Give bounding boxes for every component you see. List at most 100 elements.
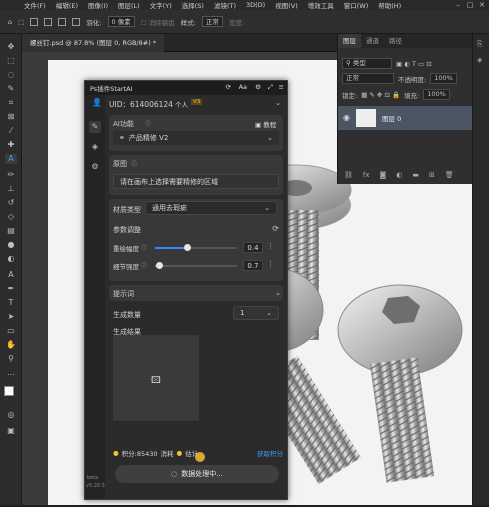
path-select-icon[interactable]: ➤ xyxy=(5,312,17,322)
fx-icon[interactable]: fx xyxy=(363,171,370,179)
quick-mask-icon[interactable]: ◎ xyxy=(5,410,17,420)
move-tool-icon[interactable]: ✥ xyxy=(5,42,17,52)
home-icon[interactable]: ⌂ xyxy=(8,18,12,26)
settings-icon[interactable]: ⚙ xyxy=(255,83,261,91)
menu-plugins[interactable]: 增效工具 xyxy=(308,0,334,10)
lock-icons[interactable]: ▦ ✎ ✥ ⊡ 🔒 xyxy=(361,91,400,99)
menu-file[interactable]: 文件(F) xyxy=(24,0,46,10)
detail-slider[interactable] xyxy=(155,262,237,269)
menu-type[interactable]: 文字(Y) xyxy=(150,0,172,10)
count-select[interactable]: 1 ⌄ xyxy=(233,306,279,320)
brush-mode-icon[interactable]: ✎ xyxy=(89,121,101,133)
hand-tool-icon[interactable]: ✋ xyxy=(5,340,17,350)
zoom-tool-icon[interactable]: ⚲ xyxy=(5,354,17,364)
link-layers-icon[interactable]: ⛓ xyxy=(344,171,353,179)
generate-button[interactable]: ◌ 数据处理中... xyxy=(115,465,279,483)
marquee-tool-icon[interactable]: ⬚ xyxy=(5,56,17,66)
healing-brush-icon[interactable]: ✚ xyxy=(5,140,17,150)
menu-window[interactable]: 窗口(W) xyxy=(344,0,369,10)
fill-input[interactable]: 100% xyxy=(423,89,450,100)
menu-image[interactable]: 图像(I) xyxy=(88,0,108,10)
antialias-checkbox[interactable]: ☐ 消除锯齿 xyxy=(141,17,175,27)
tab-channels[interactable]: 通道 xyxy=(361,34,384,48)
add-selection-icon[interactable] xyxy=(44,17,53,26)
mask-icon[interactable]: ◙ xyxy=(380,171,387,179)
new-selection-icon[interactable] xyxy=(30,17,39,26)
refresh-icon[interactable]: ⟳ xyxy=(226,83,231,91)
history-brush-icon[interactable]: ↺ xyxy=(5,198,17,208)
type-tool-icon[interactable]: T xyxy=(5,298,17,308)
intersect-selection-icon[interactable] xyxy=(72,17,81,26)
rectangle-tool-icon[interactable]: ▭ xyxy=(5,326,17,336)
text-icon-a[interactable]: A xyxy=(5,270,17,280)
function-select[interactable]: ⚭ 产品精修 V2 ⌄ xyxy=(113,131,279,145)
blur-tool-icon[interactable]: ● xyxy=(5,240,17,250)
eraser-tool-icon[interactable]: ◇ xyxy=(5,212,17,222)
frame-tool-icon[interactable]: ⊠ xyxy=(5,112,17,122)
adjustment-icon[interactable]: ◐ xyxy=(396,171,402,179)
uid-chevron-icon[interactable]: ⌄ xyxy=(275,99,281,107)
pen-tool-icon[interactable]: ✒ xyxy=(5,284,17,294)
stamp-tool-icon[interactable]: ⊥ xyxy=(5,184,17,194)
menu-layer[interactable]: 图层(L) xyxy=(118,0,140,10)
feather-input[interactable]: 0 像素 xyxy=(107,16,135,27)
menu-filter[interactable]: 滤镜(T) xyxy=(214,0,236,10)
quick-select-icon[interactable]: ✎ xyxy=(5,84,17,94)
dodge-tool-icon[interactable]: ◐ xyxy=(5,254,17,264)
layers-mode-icon[interactable]: ◈ xyxy=(89,141,101,153)
get-points-link[interactable]: 获取积分 xyxy=(257,448,283,458)
tutorial-link[interactable]: ▣ 教程 xyxy=(255,119,276,129)
panel-history-icon[interactable]: ⎘ xyxy=(477,40,483,49)
startai-tool-icon[interactable]: A xyxy=(5,154,17,164)
prompt-chevron-icon[interactable]: ⌄ xyxy=(275,289,281,297)
more-tools-icon[interactable]: … xyxy=(5,368,17,378)
redraw-value[interactable]: 0.4 xyxy=(243,242,263,253)
visibility-eye-icon[interactable]: ◉ xyxy=(343,113,350,122)
opacity-input[interactable]: 100% xyxy=(430,73,457,84)
fullscreen-icon[interactable]: ⤢ xyxy=(268,83,273,92)
brush-tool-icon[interactable]: ✏ xyxy=(5,170,17,180)
document-tab[interactable]: 螺丝钉.psd @ 87.8% (图层 0, RGB/8#) * xyxy=(22,34,165,52)
layer-name[interactable]: 图层 0 xyxy=(382,113,401,123)
close-icon[interactable]: ✕ xyxy=(477,0,487,10)
eyedropper-icon[interactable]: ⁄ xyxy=(5,126,17,136)
menu-view[interactable]: 视图(V) xyxy=(275,0,298,10)
layer-row[interactable]: ◉ 图层 0 xyxy=(338,106,472,130)
reset-params-icon[interactable]: ⟳ xyxy=(272,224,279,233)
lasso-tool-icon[interactable]: ◌ xyxy=(5,70,17,80)
redraw-slider[interactable] xyxy=(155,244,237,251)
style-select[interactable]: 正常 xyxy=(201,16,223,27)
detail-value[interactable]: 0.7 xyxy=(243,260,263,271)
layer-kind-filter[interactable]: ⚲ 类型 xyxy=(342,58,392,69)
folder-icon[interactable]: ▬ xyxy=(412,171,419,179)
filter-icons[interactable]: ▣ ◐ T ▭ ⊡ xyxy=(396,60,432,68)
blend-mode-select[interactable]: 正常 xyxy=(342,73,394,84)
new-layer-icon[interactable]: ⊞ xyxy=(429,171,435,179)
plugin-settings-icon[interactable]: ⚙ xyxy=(89,161,101,173)
foreground-color[interactable] xyxy=(4,386,14,396)
panel-menu-icon[interactable]: ≡ xyxy=(279,83,284,91)
result-preview[interactable]: 🖾 xyxy=(113,335,199,421)
menu-help[interactable]: 帮助(H) xyxy=(378,0,401,10)
subtract-selection-icon[interactable] xyxy=(58,17,67,26)
menu-edit[interactable]: 编辑(E) xyxy=(56,0,78,10)
minimize-icon[interactable]: – xyxy=(453,0,463,10)
crop-tool-icon[interactable]: ⌗ xyxy=(5,98,17,108)
screen-mode-icon[interactable]: ▣ xyxy=(5,426,17,436)
menu-select[interactable]: 选择(S) xyxy=(182,0,204,10)
detail-more-icon[interactable]: ⋮ xyxy=(267,260,274,268)
marquee-tool-icon[interactable]: ⬚ xyxy=(18,18,24,26)
maximize-icon[interactable]: □ xyxy=(465,0,475,10)
language-icon[interactable]: Aa xyxy=(239,83,247,91)
original-hint-field[interactable]: 请在画布上选择需要精修的区域 xyxy=(113,174,279,189)
material-select[interactable]: 通用去瑕疵 ⌄ xyxy=(145,201,277,215)
redraw-more-icon[interactable]: ⋮ xyxy=(267,242,274,250)
gradient-tool-icon[interactable]: ▤ xyxy=(5,226,17,236)
tab-paths[interactable]: 路径 xyxy=(384,34,407,48)
prompt-row[interactable] xyxy=(109,285,283,301)
tab-layers[interactable]: 图层 xyxy=(338,34,361,48)
detail-slider-knob[interactable] xyxy=(155,262,163,269)
panel-properties-icon[interactable]: ◈ xyxy=(477,56,482,64)
trash-icon[interactable]: 🗑 xyxy=(445,171,454,179)
menu-3d[interactable]: 3D(D) xyxy=(246,1,265,9)
